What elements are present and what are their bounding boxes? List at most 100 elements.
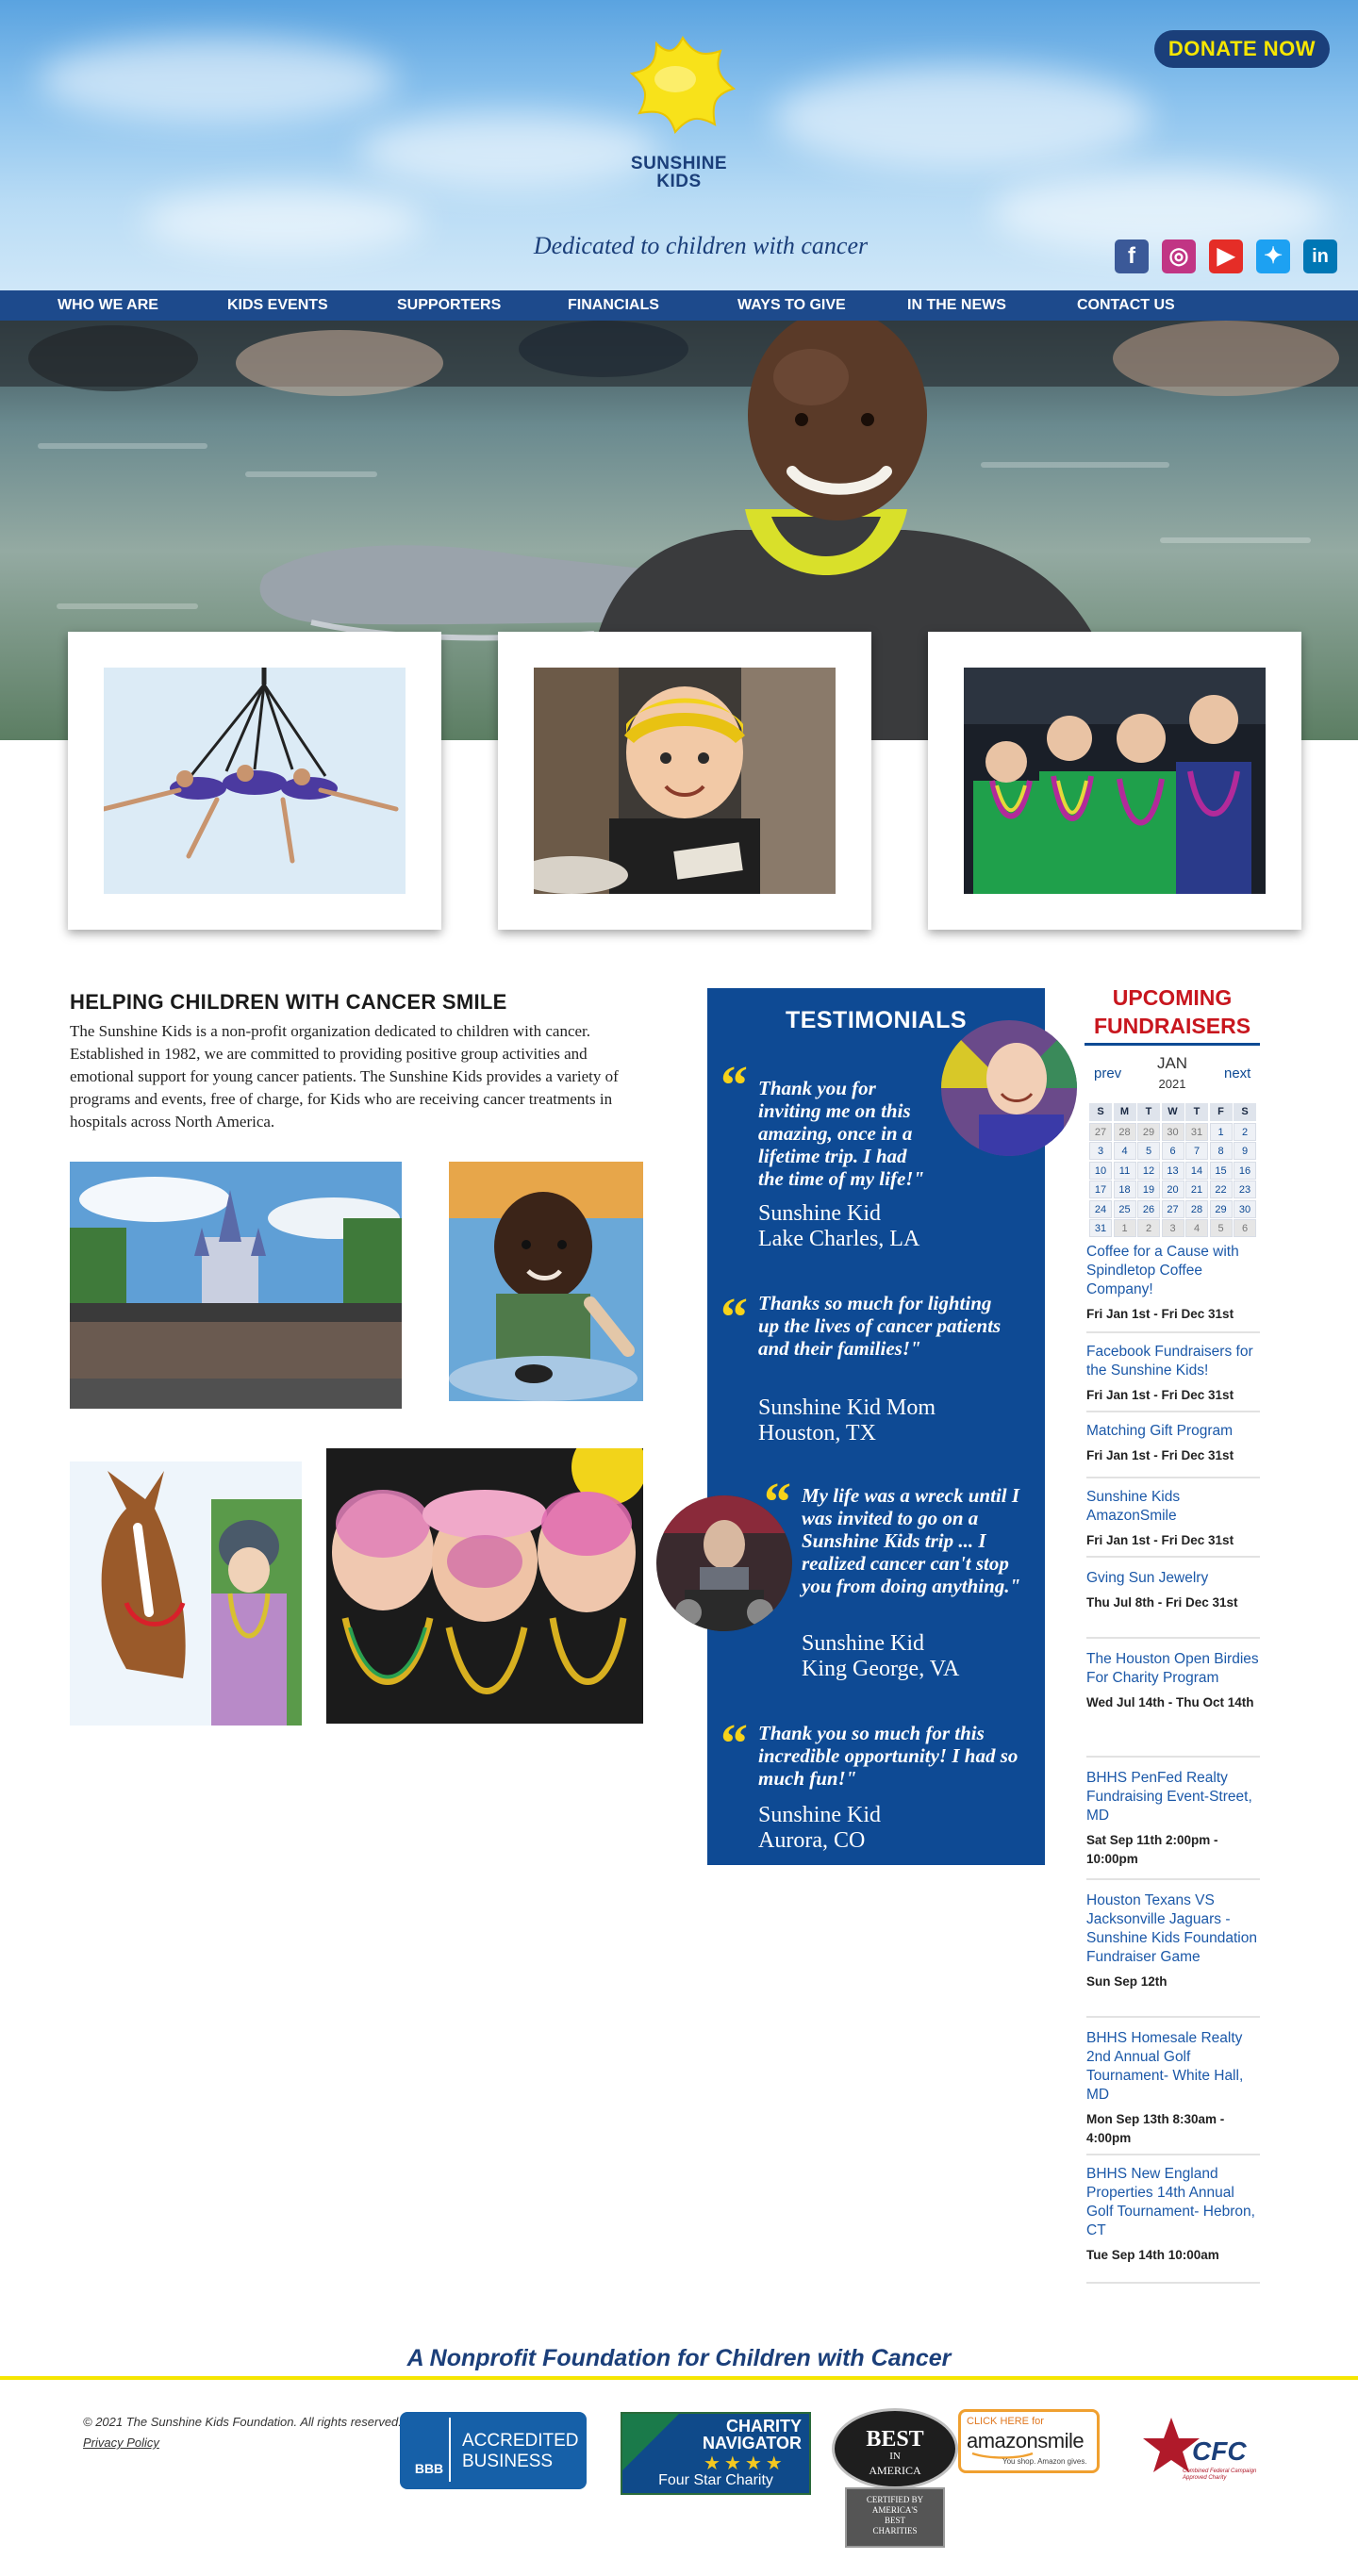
bbb-accredited-badge[interactable]: BBB ACCREDITED BUSINESS xyxy=(400,2412,587,2489)
fundraiser-event-link[interactable]: Houston Texans VS Jacksonville Jaguars -… xyxy=(1086,1891,1260,1967)
calendar-day[interactable]: 15 xyxy=(1209,1161,1233,1180)
calendar-day[interactable]: 3 xyxy=(1161,1219,1184,1237)
calendar-day[interactable]: 28 xyxy=(1113,1122,1136,1141)
calendar-day[interactable]: 31 xyxy=(1089,1219,1112,1237)
twitter-icon[interactable]: ✦ xyxy=(1256,239,1290,273)
fundraisers-heading-line-2: FUNDRAISERS xyxy=(1093,1014,1251,1038)
nav-kids-events[interactable]: KIDS EVENTS xyxy=(227,290,328,321)
nav-contact-us[interactable]: CONTACT US xyxy=(1077,290,1175,321)
fundraiser-event-link[interactable]: BHHS New England Properties 14th Annual … xyxy=(1086,2165,1260,2240)
calendar-day[interactable]: 9 xyxy=(1234,1142,1256,1160)
calendar-day[interactable]: 23 xyxy=(1234,1181,1256,1198)
feature-card-group[interactable] xyxy=(928,632,1301,930)
fundraiser-event-date: Fri Jan 1st - Fri Dec 31st xyxy=(1086,1533,1234,1547)
calendar-day[interactable]: 17 xyxy=(1089,1181,1112,1198)
calendar-day[interactable]: 5 xyxy=(1137,1142,1160,1160)
fundraiser-event-divider xyxy=(1086,1411,1260,1412)
sky-cloud xyxy=(38,38,396,123)
calendar-day[interactable]: 6 xyxy=(1234,1219,1256,1237)
fundraiser-event-link[interactable]: Facebook Fundraisers for the Sunshine Ki… xyxy=(1086,1343,1260,1380)
best-charities-badge[interactable]: BEST IN AMERICA CERTIFIED BY AMERICA'S B… xyxy=(830,2406,960,2550)
calendar-day[interactable]: 26 xyxy=(1137,1199,1160,1218)
best-charities-ribbon: CERTIFIED BY AMERICA'S BEST CHARITIES xyxy=(845,2487,945,2548)
calendar-day[interactable]: 25 xyxy=(1113,1199,1136,1218)
testimonial-place-1: Lake Charles, LA xyxy=(758,1227,920,1251)
fundraiser-event-link[interactable]: Coffee for a Cause with Spindletop Coffe… xyxy=(1086,1243,1260,1299)
calendar-day[interactable]: 29 xyxy=(1137,1122,1160,1141)
nav-ways-to-give[interactable]: WAYS TO GIVE xyxy=(737,290,846,321)
calendar-day[interactable]: 11 xyxy=(1113,1161,1136,1180)
fundraiser-event: Facebook Fundraisers for the Sunshine Ki… xyxy=(1086,1343,1260,1405)
fundraiser-event-link[interactable]: The Houston Open Birdies For Charity Pro… xyxy=(1086,1650,1260,1688)
calendar-day[interactable]: 27 xyxy=(1161,1199,1184,1218)
amazon-click-here: CLICK HERE for xyxy=(967,2416,1044,2427)
feature-card-craft[interactable] xyxy=(498,632,871,930)
fundraiser-event-link[interactable]: Sunshine Kids AmazonSmile xyxy=(1086,1488,1260,1526)
amazonsmile-badge[interactable]: CLICK HERE for amazonsmile You shop. Ama… xyxy=(958,2409,1100,2473)
fundraiser-event-link[interactable]: Matching Gift Program xyxy=(1086,1422,1260,1441)
nav-who-we-are[interactable]: WHO WE ARE xyxy=(58,290,158,321)
donate-now-button[interactable]: DONATE NOW xyxy=(1154,30,1330,68)
calendar-weekday: T xyxy=(1137,1103,1160,1121)
calendar-prev-link[interactable]: prev xyxy=(1094,1065,1121,1082)
skycoaster-photo xyxy=(104,668,406,894)
calendar-day[interactable]: 22 xyxy=(1209,1181,1233,1198)
nav-supporters[interactable]: SUPPORTERS xyxy=(397,290,501,321)
calendar-day[interactable]: 12 xyxy=(1137,1161,1160,1180)
calendar-day[interactable]: 8 xyxy=(1209,1142,1233,1160)
water-ripple xyxy=(981,462,1169,468)
calendar-day[interactable]: 27 xyxy=(1089,1122,1112,1141)
calendar-day[interactable]: 28 xyxy=(1185,1199,1208,1218)
calendar-day[interactable]: 1 xyxy=(1113,1219,1136,1237)
calendar-day[interactable]: 18 xyxy=(1113,1181,1136,1198)
cfc-badge[interactable]: CFC Combined Federal Campaign Approved C… xyxy=(1143,2414,1277,2493)
calendar-day[interactable]: 7 xyxy=(1185,1142,1208,1160)
calendar-day[interactable]: 3 xyxy=(1089,1142,1112,1160)
avatar-kid-portrait xyxy=(941,1020,1077,1156)
fundraiser-event-link[interactable]: BHHS Homesale Realty 2nd Annual Golf Tou… xyxy=(1086,2029,1260,2105)
linkedin-icon[interactable]: in xyxy=(1303,239,1337,273)
facebook-icon[interactable]: f xyxy=(1115,239,1149,273)
calendar-day[interactable]: 19 xyxy=(1137,1181,1160,1198)
calendar-day[interactable]: 10 xyxy=(1089,1161,1112,1180)
charity-navigator-badge[interactable]: CHARITY NAVIGATOR ★★★★ Four Star Charity xyxy=(621,2412,811,2495)
calendar-day[interactable]: 13 xyxy=(1161,1161,1184,1180)
sunshine-kids-logo[interactable]: SUNSHINE KIDS xyxy=(621,34,737,194)
footer-divider xyxy=(0,2376,1358,2380)
calendar-day[interactable]: 21 xyxy=(1185,1181,1208,1198)
calendar-day[interactable]: 29 xyxy=(1209,1199,1233,1218)
calendar-day[interactable]: 5 xyxy=(1209,1219,1233,1237)
calendar-day[interactable]: 2 xyxy=(1234,1122,1256,1141)
calendar-day[interactable]: 1 xyxy=(1209,1122,1233,1141)
instagram-icon[interactable]: ◎ xyxy=(1162,239,1196,273)
calendar-day[interactable]: 30 xyxy=(1234,1199,1256,1218)
fundraiser-event-date: Fri Jan 1st - Fri Dec 31st xyxy=(1086,1307,1234,1321)
testimonial-attribution-2: Sunshine Kid Mom Houston, TX xyxy=(758,1395,936,1446)
calendar-day[interactable]: 2 xyxy=(1137,1219,1160,1237)
calendar-day[interactable]: 30 xyxy=(1161,1122,1184,1141)
calendar-day[interactable]: 31 xyxy=(1185,1122,1208,1141)
calendar-day[interactable]: 20 xyxy=(1161,1181,1184,1198)
privacy-policy-link[interactable]: Privacy Policy xyxy=(83,2436,159,2450)
calendar-day[interactable]: 6 xyxy=(1161,1142,1184,1160)
feature-card-skycoaster[interactable] xyxy=(68,632,441,930)
testimonial-quote-2: Thanks so much for lighting up the lives… xyxy=(758,1292,1002,1360)
nav-in-the-news[interactable]: IN THE NEWS xyxy=(907,290,1006,321)
painting-kid-illustration xyxy=(449,1162,643,1401)
calendar-day[interactable]: 16 xyxy=(1234,1161,1256,1180)
calendar-day[interactable]: 4 xyxy=(1185,1219,1208,1237)
calendar-day[interactable]: 4 xyxy=(1113,1142,1136,1160)
testimonial-attribution-1: Sunshine Kid Lake Charles, LA xyxy=(758,1201,919,1252)
fundraiser-event-link[interactable]: Gving Sun Jewelry xyxy=(1086,1569,1260,1588)
fundraiser-event-link[interactable]: BHHS PenFed Realty Fundraising Event-Str… xyxy=(1086,1769,1260,1825)
calendar-day[interactable]: 24 xyxy=(1089,1199,1112,1218)
calendar-day[interactable]: 14 xyxy=(1185,1161,1208,1180)
seal-best-text: BEST xyxy=(866,2427,924,2452)
ribbon-line-3: BEST xyxy=(884,2516,905,2525)
nav-financials[interactable]: FINANCIALS xyxy=(568,290,659,321)
calendar-next-link[interactable]: next xyxy=(1224,1065,1250,1082)
cfc-caption-line-1: Combined Federal Campaign xyxy=(1183,2469,1257,2474)
charity-navigator-compass-icon xyxy=(622,2414,679,2470)
fundraiser-event: The Houston Open Birdies For Charity Pro… xyxy=(1086,1650,1260,1712)
youtube-icon[interactable]: ▶ xyxy=(1209,239,1243,273)
